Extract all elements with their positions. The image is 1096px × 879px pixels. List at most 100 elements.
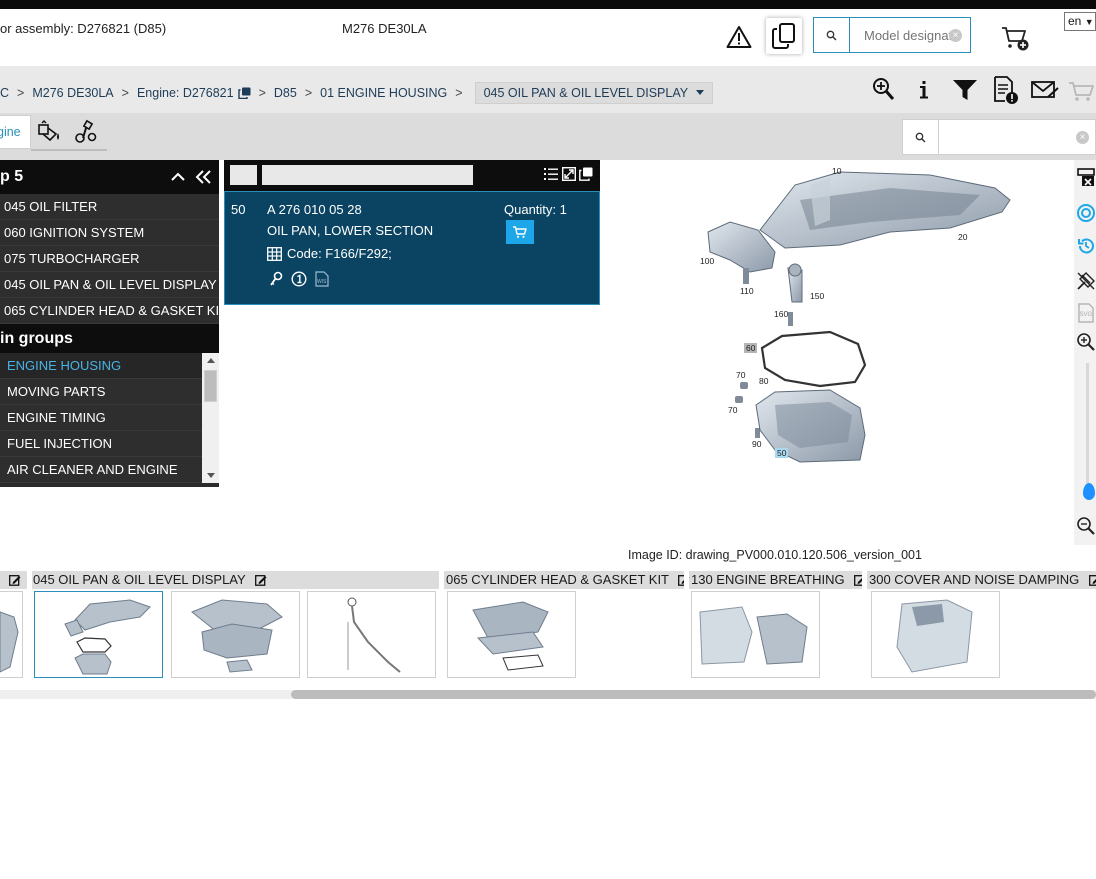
- callout-label[interactable]: 80: [759, 376, 769, 386]
- exploded-parts-drawing[interactable]: 10 20 100 110 150 160 60 70 80 70 90 50: [690, 160, 1030, 470]
- main-group-item[interactable]: ENGINE TIMING: [0, 405, 202, 431]
- callout-label[interactable]: 60: [746, 343, 756, 353]
- part-search: ×: [902, 119, 1096, 155]
- wis-document-icon[interactable]: WIS: [315, 271, 329, 287]
- warning-icon[interactable]: [726, 25, 752, 49]
- thumbnail-group-label: 065 CYLINDER HEAD & GASKET KIT: [446, 572, 669, 587]
- main-groups-scrollbar[interactable]: [202, 353, 219, 483]
- thumbnail-group[interactable]: 130 ENGINE BREATHING: [688, 571, 866, 589]
- scrollbar-thumb[interactable]: [204, 370, 217, 402]
- position-filter-input[interactable]: [230, 165, 257, 185]
- breadcrumb-item[interactable]: C: [0, 86, 9, 100]
- breadcrumb-item[interactable]: Engine: D276821: [137, 86, 234, 100]
- callout-label[interactable]: 90: [752, 439, 762, 449]
- copy-button[interactable]: [766, 18, 802, 54]
- edit-icon[interactable]: [9, 574, 21, 586]
- tab-tools-icon[interactable]: [72, 119, 102, 145]
- copy-icon[interactable]: [237, 87, 251, 99]
- thumbnail-group-label: 300 COVER AND NOISE DAMPING: [869, 572, 1080, 587]
- clear-icon[interactable]: ×: [949, 29, 962, 42]
- callout-label[interactable]: 150: [810, 291, 824, 301]
- info-circle-icon[interactable]: [291, 271, 307, 287]
- callout-label[interactable]: 110: [740, 286, 754, 296]
- callout-label[interactable]: 70: [728, 405, 738, 415]
- zoom-in-icon[interactable]: [872, 75, 896, 105]
- callout-label[interactable]: 70: [736, 370, 746, 380]
- subgroup-item[interactable]: 065 CYLINDER HEAD & GASKET KIT: [0, 298, 219, 324]
- drawing-thumbnail-selected[interactable]: [34, 591, 163, 678]
- language-select[interactable]: en ▼: [1064, 12, 1096, 31]
- drawing-thumbnail[interactable]: [691, 591, 820, 678]
- thumbnail-group[interactable]: 300 COVER AND NOISE DAMPING: [866, 571, 1096, 589]
- search-button[interactable]: [814, 18, 850, 52]
- zoom-out-icon[interactable]: [1076, 516, 1096, 536]
- breadcrumb-active-dropdown[interactable]: 045 OIL PAN & OIL LEVEL DISPLAY: [474, 82, 714, 104]
- filter-icon[interactable]: [952, 75, 978, 105]
- callout-label[interactable]: 50: [777, 448, 787, 458]
- svg-download-icon[interactable]: SVG: [1076, 303, 1096, 323]
- list-view-icon[interactable]: [544, 167, 558, 181]
- navigation-panel: p 5 045 OIL FILTER 060 IGNITION SYSTEM 0…: [0, 160, 219, 487]
- drawing-thumbnail[interactable]: [0, 591, 23, 678]
- scroll-down-icon[interactable]: [207, 473, 215, 478]
- collapse-panel-icon[interactable]: [193, 167, 213, 187]
- cart-icon[interactable]: [1068, 75, 1096, 105]
- pipe-part[interactable]: [787, 263, 803, 303]
- callout-label[interactable]: 20: [958, 232, 968, 242]
- lower-oil-pan[interactable]: [755, 389, 866, 463]
- no-pin-icon[interactable]: [1076, 271, 1096, 291]
- gasket-part[interactable]: [760, 330, 867, 388]
- part-code-text: Code: F166/F292;: [287, 246, 392, 261]
- expand-icon[interactable]: [562, 167, 576, 181]
- breadcrumb-item[interactable]: M276 DE30LA: [32, 86, 113, 100]
- history-icon[interactable]: [1076, 236, 1096, 256]
- info-icon[interactable]: [916, 75, 932, 105]
- callout-label[interactable]: 160: [774, 309, 788, 319]
- part-filter-input[interactable]: [262, 165, 473, 185]
- tab-fluids-icon[interactable]: [36, 119, 66, 145]
- part-row-selected[interactable]: 50 A 276 010 05 28 OIL PAN, LOWER SECTIO…: [224, 191, 600, 305]
- upper-oil-pan[interactable]: [759, 171, 1011, 249]
- drawing-thumbnail[interactable]: [307, 591, 436, 678]
- tab-engine[interactable]: gine: [0, 115, 31, 149]
- main-group-item[interactable]: AIR CLEANER AND ENGINE: [0, 457, 202, 483]
- main-group-item[interactable]: FUEL INJECTION: [0, 431, 202, 457]
- thumbnail-group[interactable]: 045 OIL PAN & OIL LEVEL DISPLAY: [30, 571, 440, 589]
- scrollbar-thumb[interactable]: [291, 690, 1096, 699]
- drawing-thumbnail[interactable]: [871, 591, 1000, 678]
- target-icon[interactable]: [1076, 203, 1096, 223]
- callout-label[interactable]: 100: [700, 256, 714, 266]
- subgroup-item[interactable]: 045 OIL FILTER: [0, 194, 219, 220]
- scroll-up-icon[interactable]: [207, 358, 215, 363]
- subgroup-item[interactable]: 045 OIL PAN & OIL LEVEL DISPLAY: [0, 272, 219, 298]
- subgroup-item[interactable]: 075 TURBOCHARGER: [0, 246, 219, 272]
- drawing-thumbnail[interactable]: [171, 591, 300, 678]
- key-icon[interactable]: [269, 271, 283, 287]
- thumbnail-image: [896, 599, 973, 673]
- drawing-thumbnail[interactable]: [447, 591, 576, 678]
- edit-icon[interactable]: [255, 574, 267, 586]
- close-drawing-icon[interactable]: [1076, 167, 1096, 187]
- search-button[interactable]: [903, 120, 939, 154]
- document-alert-icon[interactable]: [992, 75, 1020, 105]
- breadcrumb-item[interactable]: D85: [274, 86, 297, 100]
- breadcrumb-item[interactable]: 01 ENGINE HOUSING: [320, 86, 447, 100]
- horizontal-scrollbar[interactable]: [0, 690, 1096, 699]
- main-group-item-selected[interactable]: ENGINE HOUSING: [0, 353, 202, 379]
- add-to-cart-button[interactable]: [506, 220, 534, 244]
- edit-icon[interactable]: [1088, 574, 1096, 586]
- callout-label[interactable]: 10: [832, 166, 842, 176]
- mail-icon[interactable]: [1030, 75, 1060, 105]
- subgroup-item[interactable]: 060 IGNITION SYSTEM: [0, 220, 219, 246]
- thumbnail-group-prev[interactable]: [0, 571, 27, 589]
- add-to-cart-icon[interactable]: [1000, 24, 1030, 52]
- part-search-input[interactable]: [945, 129, 1075, 145]
- chevron-up-icon[interactable]: [168, 167, 188, 187]
- thumbnail-group[interactable]: 065 CYLINDER HEAD & GASKET KIT: [443, 571, 690, 589]
- zoom-slider-track[interactable]: [1086, 363, 1089, 495]
- clear-icon[interactable]: ×: [1076, 131, 1089, 144]
- zoom-slider-handle[interactable]: [1083, 483, 1095, 500]
- popout-icon[interactable]: [579, 167, 593, 181]
- zoom-in-icon[interactable]: [1076, 332, 1096, 352]
- main-group-item[interactable]: MOVING PARTS: [0, 379, 202, 405]
